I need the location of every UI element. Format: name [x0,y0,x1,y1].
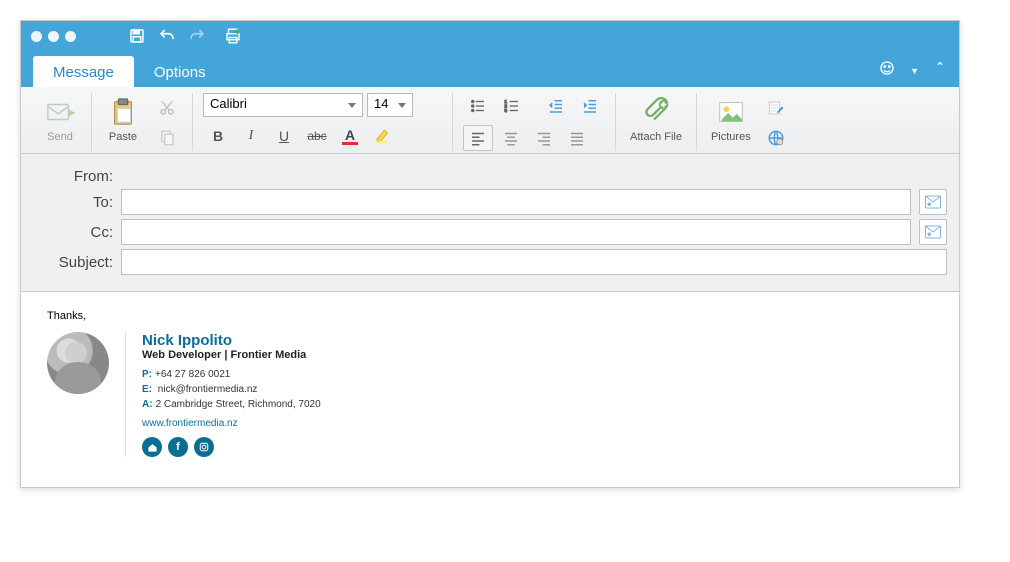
signature-button[interactable] [761,95,791,121]
clipboard-icon [106,95,140,129]
group-clipboard: Paste [92,93,193,151]
outdent-button[interactable] [541,93,571,119]
signature-phone: +64 27 826 0021 [155,369,230,380]
avatar [47,332,109,394]
font-name-select[interactable]: Calibri [203,93,363,117]
paste-button[interactable]: Paste [102,93,144,145]
cc-addressbook-button[interactable] [919,219,947,245]
message-body[interactable]: Thanks, Nick Ippolito Web Developer | Fr… [21,292,959,487]
subject-label: Subject: [33,254,113,271]
titlebar [21,21,959,51]
attach-file-button[interactable]: Attach File [626,93,686,145]
signature-divider [125,332,126,457]
facebook-icon[interactable]: f [168,437,188,457]
emoji-icon[interactable] [878,59,896,82]
to-input[interactable] [121,189,911,215]
window-controls[interactable] [31,31,76,42]
signature-role: Web Developer | Frontier Media [142,349,321,361]
tab-message[interactable]: Message [33,56,134,87]
link-button[interactable] [761,125,791,151]
signature-name: Nick Ippolito [142,332,321,349]
envelope-icon [43,95,77,129]
minimize-dot[interactable] [48,31,59,42]
signature-url[interactable]: www.frontiermedia.nz [142,418,321,429]
group-send: Send [29,93,92,151]
signature-block: Nick Ippolito Web Developer | Frontier M… [47,332,933,457]
svg-text:3: 3 [505,108,508,113]
instagram-icon[interactable] [194,437,214,457]
italic-button[interactable]: I [236,123,266,149]
body-thanks: Thanks, [47,310,933,322]
save-icon[interactable] [128,27,146,45]
cc-label: Cc: [33,224,113,241]
from-label: From: [33,168,113,185]
compose-fields: From: To: Cc: Subject: [21,154,959,292]
signature-socials: f [142,437,321,457]
signature-address: 2 Cambridge Street, Richmond, 7020 [156,399,321,410]
cc-input[interactable] [121,219,911,245]
redo-icon[interactable] [188,27,206,45]
indent-button[interactable] [575,93,605,119]
to-label: To: [33,194,113,211]
font-color-button[interactable]: A [335,123,365,149]
group-paragraph: 123 [453,93,616,151]
tabbar: Message Options ▼ ＾ [21,51,959,87]
align-center-button[interactable] [496,125,526,151]
zoom-dot[interactable] [65,31,76,42]
pictures-label: Pictures [711,131,751,143]
send-label: Send [47,131,73,143]
undo-icon[interactable] [158,27,176,45]
numbering-button[interactable]: 123 [497,93,527,119]
subject-input[interactable] [121,249,947,275]
align-justify-button[interactable] [562,125,592,151]
attach-label: Attach File [630,131,682,143]
bold-button[interactable]: B [203,123,233,149]
bullets-button[interactable] [463,93,493,119]
group-pictures: Pictures [697,93,801,151]
send-button[interactable]: Send [39,93,81,145]
copy-button[interactable] [152,125,182,151]
compose-window: Message Options ▼ ＾ Send Pas [20,20,960,488]
paperclip-icon [639,95,673,129]
print-icon[interactable] [224,27,242,45]
tab-options[interactable]: Options [134,56,226,87]
collapse-ribbon-icon[interactable]: ＾ [933,61,947,81]
signature-email: nick@frontiermedia.nz [158,384,258,395]
pictures-button[interactable]: Pictures [707,93,755,145]
picture-icon [714,95,748,129]
group-attach: Attach File [616,93,697,151]
align-left-button[interactable] [463,125,493,151]
to-addressbook-button[interactable] [919,189,947,215]
ribbon: Send Paste [21,87,959,154]
strike-button[interactable]: abc [302,123,332,149]
align-right-button[interactable] [529,125,559,151]
paste-label: Paste [109,131,137,143]
font-size-select[interactable]: 14 [367,93,413,117]
close-dot[interactable] [31,31,42,42]
group-font: Calibri 14 B I U abc A [193,93,453,151]
home-icon[interactable] [142,437,162,457]
highlight-button[interactable] [368,123,398,149]
cut-button[interactable] [152,95,182,121]
underline-button[interactable]: U [269,123,299,149]
